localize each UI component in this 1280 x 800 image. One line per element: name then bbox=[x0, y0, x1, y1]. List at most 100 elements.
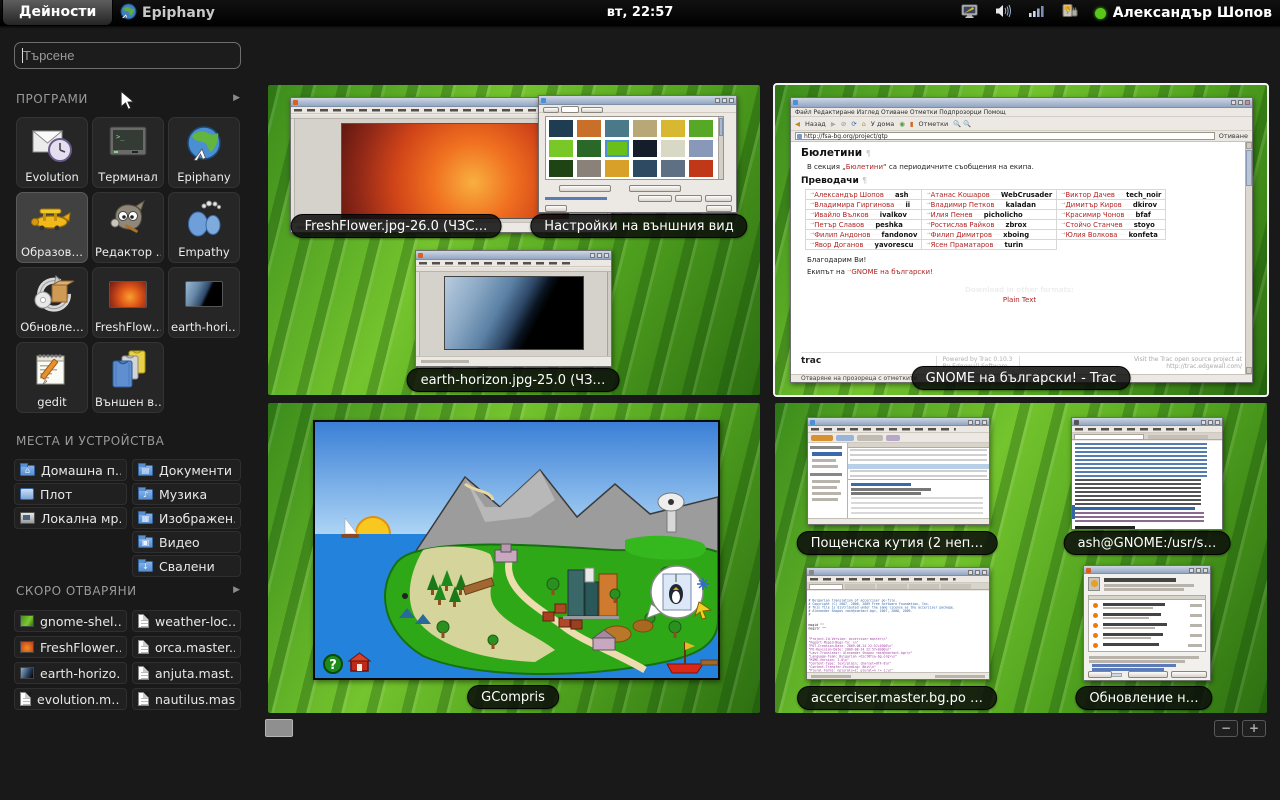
translator-link[interactable]: Петър Славов bbox=[814, 221, 864, 229]
app-tile-freshflower[interactable]: FreshFlow… bbox=[92, 267, 164, 338]
link-text-placeholder[interactable] bbox=[545, 197, 607, 200]
colors-dropdown[interactable] bbox=[629, 185, 681, 192]
app-tile-appearance[interactable]: Външен в… bbox=[92, 342, 164, 413]
translator-link[interactable]: Ивайло Вълков bbox=[814, 211, 868, 219]
window-caption[interactable]: earth-horizon.jpg-25.0 (ЧЗ… bbox=[407, 368, 620, 392]
install-button[interactable] bbox=[1171, 671, 1207, 678]
wallpaper-thumb[interactable] bbox=[577, 160, 601, 177]
place-videos[interactable]: ▣ Видео bbox=[132, 531, 241, 553]
network-signal-icon[interactable] bbox=[1029, 3, 1045, 23]
wallpaper-thumb[interactable] bbox=[633, 140, 657, 157]
close-button[interactable] bbox=[706, 205, 732, 212]
workspace-2-active[interactable]: Файл Редактиране Изглед Отиване Отметки … bbox=[775, 85, 1267, 395]
bookmarks-icon[interactable]: ▮ bbox=[910, 120, 914, 128]
recent-item[interactable]: orca.master.… bbox=[132, 636, 241, 658]
workspace-4[interactable]: Пощенска кутия (2 неп… ash@GNOME:/usr/s…… bbox=[775, 403, 1267, 713]
app-tile-empathy[interactable]: Empathy bbox=[168, 192, 240, 263]
translator-link[interactable]: Атанас Кошаров bbox=[931, 191, 990, 199]
add-button[interactable] bbox=[705, 195, 732, 202]
wallpaper-thumb[interactable] bbox=[549, 160, 573, 177]
window-caption[interactable]: GNOME на български! - Trac bbox=[912, 366, 1131, 390]
wallpaper-thumb[interactable] bbox=[689, 140, 713, 157]
app-tile-gcompris[interactable]: Образов… bbox=[16, 192, 88, 263]
wallpaper-thumb[interactable] bbox=[689, 120, 713, 137]
check-button[interactable] bbox=[1128, 671, 1168, 678]
wallpaper-thumb[interactable] bbox=[577, 120, 601, 137]
translator-link[interactable]: Юлия Волкова bbox=[1065, 231, 1117, 239]
wallpaper-thumb[interactable] bbox=[661, 120, 685, 137]
wallpaper-thumb[interactable] bbox=[633, 160, 657, 177]
translator-link[interactable]: Явор Доганов bbox=[814, 241, 863, 249]
workspace-3[interactable]: ? GCompris bbox=[268, 403, 760, 713]
help-button[interactable] bbox=[1088, 671, 1112, 678]
app-tile-terminal[interactable]: >_ Терминал bbox=[92, 117, 164, 188]
plain-text-link[interactable]: Plain Text bbox=[801, 296, 1238, 304]
wallpaper-thumb[interactable] bbox=[661, 160, 685, 177]
link-placeholder[interactable] bbox=[1092, 664, 1176, 667]
translator-link[interactable]: Филип Андонов bbox=[814, 231, 870, 239]
place-downloads[interactable]: ↓ Свалени bbox=[132, 555, 241, 577]
place-desktop[interactable]: Плот bbox=[14, 483, 127, 505]
window-epiphany-trac[interactable]: Файл Редактиране Изглед Отиване Отметки … bbox=[790, 97, 1253, 383]
recent-item[interactable]: evolution.m… bbox=[14, 688, 127, 710]
stop-icon[interactable]: ⊘ bbox=[841, 120, 846, 128]
workspace-1[interactable]: FreshFlower.jpg-26.0 (ЧЗС… Настройки на … bbox=[268, 85, 760, 395]
window-update-manager[interactable] bbox=[1083, 565, 1211, 681]
forward-icon[interactable]: ▶ bbox=[831, 120, 836, 128]
translator-link[interactable]: Стойчо Станчев bbox=[1065, 221, 1122, 229]
remove-button[interactable] bbox=[675, 195, 702, 202]
recent-item[interactable]: FreshFlower… bbox=[14, 636, 127, 658]
edgewall-link[interactable]: http://trac.edgewall.com/ bbox=[1166, 363, 1242, 370]
window-caption[interactable]: FreshFlower.jpg-26.0 (ЧЗС… bbox=[291, 214, 502, 238]
volume-icon[interactable] bbox=[995, 3, 1013, 23]
go-button[interactable]: Отиване bbox=[1219, 132, 1248, 140]
place-documents[interactable]: ▤ Документи bbox=[132, 459, 241, 481]
window-caption[interactable]: GCompris bbox=[467, 685, 559, 709]
recent-item[interactable]: earth-horizo… bbox=[14, 662, 127, 684]
workspace-indicator[interactable] bbox=[265, 719, 293, 737]
bulletins-link[interactable]: Бюлетини bbox=[846, 163, 883, 171]
scroll-down-arrow[interactable] bbox=[1246, 367, 1252, 374]
workspace-remove-button[interactable]: − bbox=[1214, 720, 1238, 737]
wallpaper-thumb[interactable] bbox=[661, 140, 685, 157]
recent-item[interactable]: gnome-shel… bbox=[14, 610, 127, 632]
window-caption[interactable]: Обновление н… bbox=[1075, 686, 1212, 710]
wallpaper-thumb[interactable] bbox=[577, 140, 601, 157]
translator-link[interactable]: Филип Димитров bbox=[931, 231, 992, 239]
window-terminal[interactable] bbox=[1071, 417, 1223, 530]
window-caption[interactable]: Пощенска кутия (2 неп… bbox=[797, 531, 998, 555]
translator-link[interactable]: Димитър Киров bbox=[1065, 201, 1121, 209]
wallpaper-thumb[interactable] bbox=[605, 160, 629, 177]
help-button[interactable] bbox=[545, 205, 567, 212]
window-gimp-earth-horizon[interactable] bbox=[415, 250, 612, 367]
browser-menu-bar[interactable]: Файл Редактиране Изглед Отиване Отметки … bbox=[791, 108, 1252, 117]
back-icon[interactable]: ◀ bbox=[795, 120, 800, 128]
app-tile-earth-horizon[interactable]: earth-hori… bbox=[168, 267, 240, 338]
team-link[interactable]: GNOME на български! bbox=[851, 268, 933, 276]
zoom-icons[interactable]: 🔍 🔍 bbox=[953, 120, 971, 128]
recent-item[interactable]: nautilus.mas… bbox=[132, 688, 241, 710]
wallpaper-thumb[interactable] bbox=[633, 120, 657, 137]
user-menu[interactable]: Александър Шопов bbox=[1095, 5, 1272, 21]
place-pictures[interactable]: ▦ Изображен… bbox=[132, 507, 241, 529]
app-tile-gimp[interactable]: Редактор … bbox=[92, 192, 164, 263]
translator-link[interactable]: Ясен Праматаров bbox=[931, 241, 994, 249]
wallpaper-thumb-selected[interactable] bbox=[605, 140, 629, 157]
translator-link[interactable]: Владимира Гиргинова bbox=[814, 201, 894, 209]
reload-icon[interactable]: ⟳ bbox=[851, 120, 856, 128]
search-input[interactable] bbox=[14, 42, 241, 69]
scrollbar[interactable] bbox=[1245, 142, 1252, 374]
url-input[interactable]: http://fsa-bg.org/project/gtp bbox=[795, 132, 1215, 140]
battery-icon[interactable] bbox=[1061, 3, 1079, 23]
scroll-up-arrow[interactable] bbox=[1246, 142, 1252, 149]
app-tile-updates[interactable]: Обновле… bbox=[16, 267, 88, 338]
bookmarks-label[interactable]: Отметки bbox=[919, 120, 949, 128]
place-network[interactable]: Локална мр… bbox=[14, 507, 127, 529]
window-caption[interactable]: ash@GNOME:/usr/s… bbox=[1064, 531, 1231, 555]
wallpaper-thumb[interactable] bbox=[689, 160, 713, 177]
translator-link[interactable]: Илия Пенев bbox=[931, 211, 973, 219]
back-label[interactable]: Назад bbox=[805, 120, 826, 128]
window-caption[interactable]: accerciser.master.bg.po … bbox=[797, 686, 997, 710]
programs-expander-icon[interactable]: ▶ bbox=[233, 93, 240, 103]
restore-button[interactable] bbox=[638, 195, 672, 202]
